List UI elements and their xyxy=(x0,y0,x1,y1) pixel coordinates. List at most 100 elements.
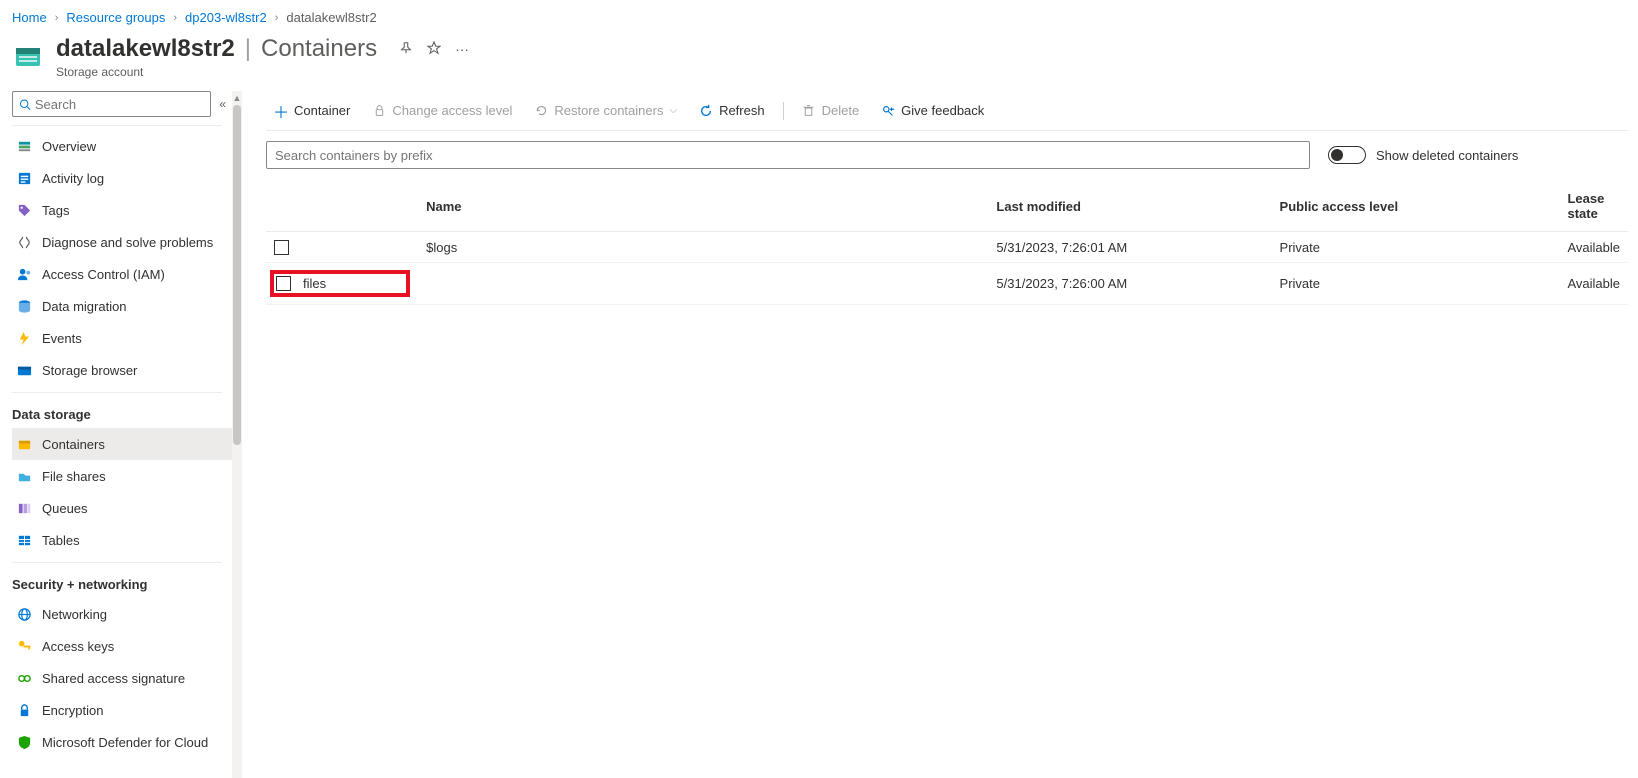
sidebar-item-queues[interactable]: Queues xyxy=(12,492,232,524)
breadcrumb-link[interactable]: Home xyxy=(12,10,47,25)
storage-account-icon xyxy=(12,41,44,73)
restore-icon xyxy=(534,104,548,118)
cell-last-modified: 5/31/2023, 7:26:00 AM xyxy=(988,263,1271,305)
cell-lease-state: Available xyxy=(1559,263,1628,305)
cell-public-access: Private xyxy=(1272,232,1560,263)
sidebar-search[interactable] xyxy=(12,91,211,117)
table-row[interactable]: $logs5/31/2023, 7:26:01 AMPrivateAvailab… xyxy=(266,232,1628,263)
sidebar-item-storage-browser[interactable]: Storage browser xyxy=(12,354,222,386)
toolbar: ＋ Container Change access level Restore … xyxy=(266,91,1628,131)
queues-icon xyxy=(16,501,32,517)
diagnose-icon xyxy=(16,235,32,251)
sidebar-item-label: Data migration xyxy=(42,299,127,314)
toolbar-label: Give feedback xyxy=(901,103,984,118)
sidebar-item-label: Containers xyxy=(42,437,105,452)
sidebar-item-label: Diagnose and solve problems xyxy=(42,235,213,250)
show-deleted-toggle[interactable] xyxy=(1328,146,1366,164)
column-header-name[interactable]: Name xyxy=(418,181,988,232)
sas-icon xyxy=(16,671,32,687)
sidebar-item-label: Shared access signature xyxy=(42,671,185,686)
networking-icon xyxy=(16,607,32,623)
page-header: datalakewl8str2 | Containers ··· Storage… xyxy=(0,35,1638,91)
chevron-right-icon: › xyxy=(275,12,279,24)
sidebar: « Overview Activity log Tags Diagnose an… xyxy=(0,91,232,778)
sidebar-item-label: Queues xyxy=(42,501,88,516)
sidebar-item-activity-log[interactable]: Activity log xyxy=(12,162,222,194)
more-icon[interactable]: ··· xyxy=(455,41,469,58)
trash-icon xyxy=(802,104,816,118)
cell-last-modified: 5/31/2023, 7:26:01 AM xyxy=(988,232,1271,263)
sidebar-item-label: Networking xyxy=(42,607,107,622)
sidebar-scrollbar[interactable]: ▲ xyxy=(232,91,242,778)
pin-icon[interactable] xyxy=(399,41,413,58)
page-title: Containers xyxy=(261,35,377,63)
toolbar-label: Container xyxy=(294,103,350,118)
keys-icon xyxy=(16,639,32,655)
refresh-icon xyxy=(699,104,713,118)
lock-icon xyxy=(16,703,32,719)
restore-button[interactable]: Restore containers ⌵ xyxy=(526,99,685,122)
cell-public-access: Private xyxy=(1272,263,1560,305)
sidebar-item-access-keys[interactable]: Access keys xyxy=(12,630,232,662)
sidebar-item-containers[interactable]: Containers xyxy=(12,428,232,460)
sidebar-item-label: Events xyxy=(42,331,82,346)
sidebar-section-data-storage: Data storage xyxy=(12,392,222,428)
toggle-label: Show deleted containers xyxy=(1376,148,1518,163)
events-icon xyxy=(16,331,32,347)
sidebar-item-diagnose[interactable]: Diagnose and solve problems xyxy=(12,226,222,258)
column-header-lease-state[interactable]: Lease state xyxy=(1559,181,1628,232)
iam-icon xyxy=(16,267,32,283)
container-name[interactable]: $logs xyxy=(426,240,457,255)
container-name[interactable]: files xyxy=(303,276,326,291)
delete-button: Delete xyxy=(794,99,868,122)
row-checkbox[interactable] xyxy=(274,240,289,255)
container-search-input[interactable] xyxy=(266,141,1310,169)
scroll-thumb[interactable] xyxy=(233,105,241,445)
add-container-button[interactable]: ＋ Container xyxy=(266,99,358,122)
sidebar-search-input[interactable] xyxy=(35,97,204,112)
feedback-button[interactable]: Give feedback xyxy=(873,99,992,122)
toolbar-label: Restore containers xyxy=(554,103,663,118)
star-icon[interactable] xyxy=(427,41,441,58)
file-shares-icon xyxy=(16,469,32,485)
sidebar-item-label: Tables xyxy=(42,533,80,548)
breadcrumb: Home › Resource groups › dp203-wl8str2 ›… xyxy=(0,0,1638,35)
table-row[interactable]: files 5/31/2023, 7:26:00 AMPrivateAvailab… xyxy=(266,263,1628,305)
column-header-public-access[interactable]: Public access level xyxy=(1272,181,1560,232)
column-header-last-modified[interactable]: Last modified xyxy=(988,181,1271,232)
breadcrumb-link[interactable]: Resource groups xyxy=(66,10,165,25)
tables-icon xyxy=(16,533,32,549)
sidebar-item-label: Tags xyxy=(42,203,69,218)
sidebar-item-label: Microsoft Defender for Cloud xyxy=(42,735,208,750)
breadcrumb-link[interactable]: dp203-wl8str2 xyxy=(185,10,267,25)
toolbar-label: Refresh xyxy=(719,103,765,118)
sidebar-item-networking[interactable]: Networking xyxy=(12,598,232,630)
sidebar-item-events[interactable]: Events xyxy=(12,322,222,354)
row-checkbox[interactable] xyxy=(276,276,291,291)
scroll-up-icon[interactable]: ▲ xyxy=(232,91,242,105)
title-separator: | xyxy=(245,35,251,63)
sidebar-item-tags[interactable]: Tags xyxy=(12,194,222,226)
change-access-button: Change access level xyxy=(364,99,520,122)
sidebar-item-encryption[interactable]: Encryption xyxy=(12,694,232,726)
sidebar-item-overview[interactable]: Overview xyxy=(12,130,222,162)
chevron-right-icon: › xyxy=(173,12,177,24)
containers-icon xyxy=(16,437,32,453)
sidebar-item-iam[interactable]: Access Control (IAM) xyxy=(12,258,222,290)
search-icon xyxy=(19,98,31,111)
sidebar-item-tables[interactable]: Tables xyxy=(12,524,232,556)
sidebar-item-file-shares[interactable]: File shares xyxy=(12,460,232,492)
sidebar-section-security: Security + networking xyxy=(12,562,222,598)
overview-icon xyxy=(16,139,32,155)
collapse-sidebar-icon[interactable]: « xyxy=(219,97,226,111)
sidebar-item-sas[interactable]: Shared access signature xyxy=(12,662,232,694)
lock-icon xyxy=(372,104,386,118)
sidebar-item-label: Access keys xyxy=(42,639,114,654)
sidebar-item-data-migration[interactable]: Data migration xyxy=(12,290,222,322)
sidebar-item-defender[interactable]: Microsoft Defender for Cloud xyxy=(12,726,232,758)
toolbar-label: Delete xyxy=(822,103,860,118)
refresh-button[interactable]: Refresh xyxy=(691,99,773,122)
resource-title: datalakewl8str2 xyxy=(56,35,235,63)
feedback-icon xyxy=(881,104,895,118)
plus-icon: ＋ xyxy=(274,104,288,118)
